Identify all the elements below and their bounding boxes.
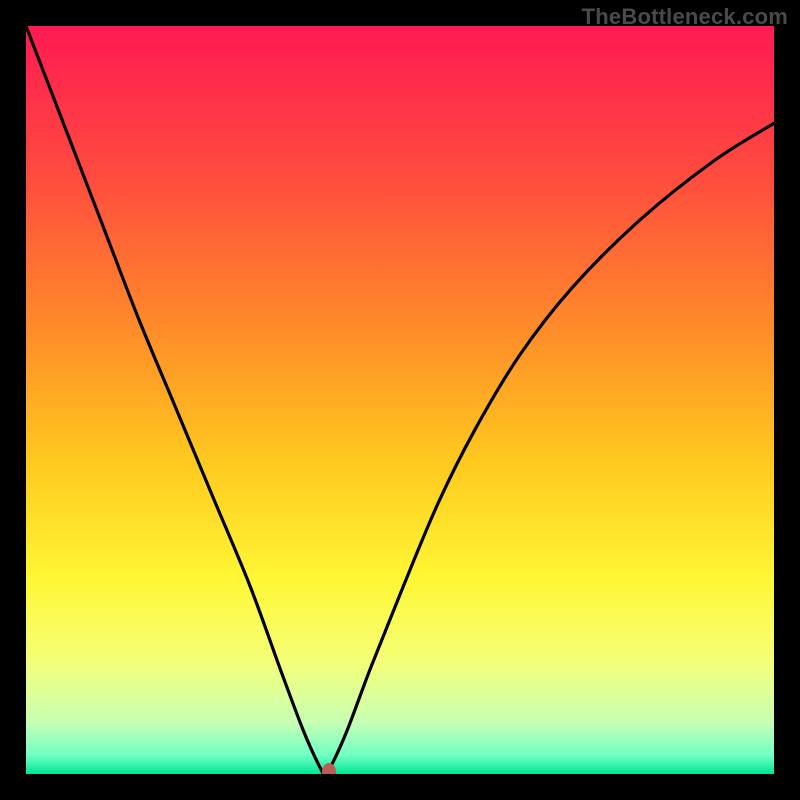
- plot-area: [26, 26, 774, 774]
- curve-layer: [26, 26, 774, 774]
- optimum-marker: [322, 763, 336, 774]
- chart-frame: TheBottleneck.com: [0, 0, 800, 800]
- watermark-text: TheBottleneck.com: [582, 4, 788, 30]
- bottleneck-curve: [26, 26, 774, 774]
